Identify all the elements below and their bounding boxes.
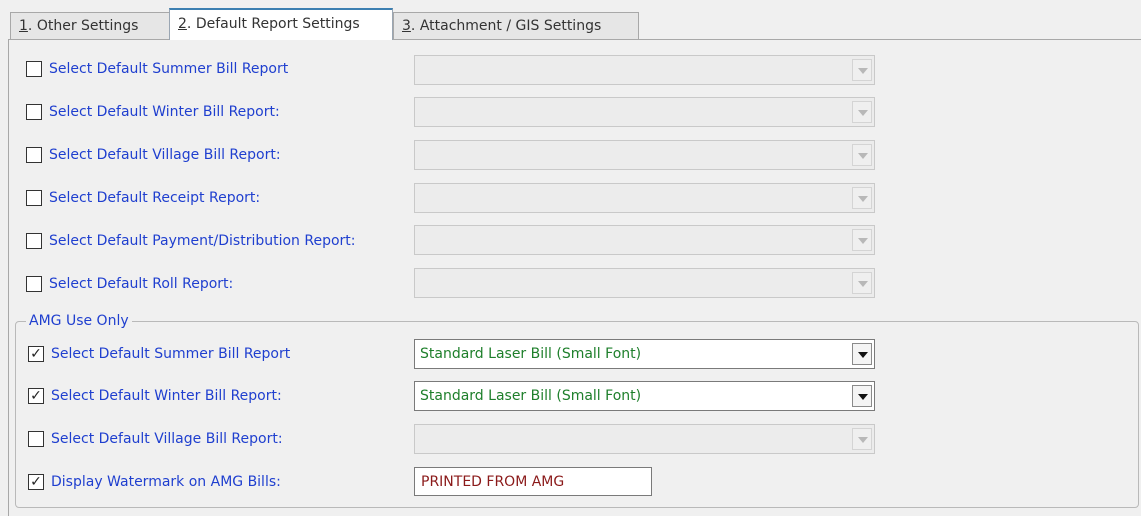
chevron-down-icon bbox=[858, 68, 868, 74]
amg-use-only-group: AMG Use Only ✓ Select Default Summer Bil… bbox=[15, 312, 1139, 508]
payment-distribution-report-checkbox[interactable]: ✓ bbox=[26, 233, 42, 249]
amg-winter-bill-report-select[interactable]: Standard Laser Bill (Small Font) bbox=[414, 381, 875, 411]
combo-value: Standard Laser Bill (Small Font) bbox=[420, 388, 642, 404]
summer-bill-report-checkbox[interactable]: ✓ bbox=[26, 61, 42, 77]
receipt-report-label: Select Default Receipt Report: bbox=[49, 190, 261, 206]
check-icon: ✓ bbox=[30, 388, 42, 404]
chevron-down-icon bbox=[858, 352, 868, 358]
tab-label: . Attachment / GIS Settings bbox=[410, 18, 602, 34]
amg-summer-bill-report-label: Select Default Summer Bill Report bbox=[51, 346, 291, 362]
check-icon: ✓ bbox=[30, 474, 42, 490]
amg-village-bill-report-checkbox[interactable]: ✓ bbox=[28, 431, 44, 447]
tab-hotkey: 2 bbox=[178, 16, 187, 32]
village-bill-report-checkbox[interactable]: ✓ bbox=[26, 147, 42, 163]
amg-group-title: AMG Use Only bbox=[26, 312, 132, 330]
dropdown-button[interactable] bbox=[852, 187, 872, 209]
tab-default-report-settings[interactable]: 2. Default Report Settings bbox=[169, 8, 393, 40]
tab-label: . Default Report Settings bbox=[186, 16, 360, 32]
tab-label: . Other Settings bbox=[27, 18, 139, 34]
village-bill-report-label: Select Default Village Bill Report: bbox=[49, 147, 281, 163]
dropdown-button[interactable] bbox=[852, 144, 872, 166]
winter-bill-report-select[interactable] bbox=[414, 97, 875, 127]
payment-distribution-report-label: Select Default Payment/Distribution Repo… bbox=[49, 233, 356, 249]
amg-winter-bill-report-checkbox[interactable]: ✓ bbox=[28, 388, 44, 404]
village-bill-report-select[interactable] bbox=[414, 140, 875, 170]
chevron-down-icon bbox=[858, 110, 868, 116]
watermark-text-input[interactable] bbox=[415, 468, 651, 495]
dropdown-button[interactable] bbox=[852, 428, 872, 450]
chevron-down-icon bbox=[858, 281, 868, 287]
amg-village-bill-report-select[interactable] bbox=[414, 424, 875, 454]
summer-bill-report-label: Select Default Summer Bill Report bbox=[49, 61, 289, 77]
chevron-down-icon bbox=[858, 196, 868, 202]
dropdown-button[interactable] bbox=[852, 343, 872, 365]
chevron-down-icon bbox=[858, 153, 868, 159]
amg-summer-bill-report-checkbox[interactable]: ✓ bbox=[28, 346, 44, 362]
default-report-settings-panel: ✓ Select Default Summer Bill Report ✓ Se… bbox=[8, 39, 1141, 516]
combo-value: Standard Laser Bill (Small Font) bbox=[420, 346, 642, 362]
chevron-down-icon bbox=[858, 238, 868, 244]
amg-winter-bill-report-label: Select Default Winter Bill Report: bbox=[51, 388, 282, 404]
dropdown-button[interactable] bbox=[852, 385, 872, 407]
chevron-down-icon bbox=[858, 394, 868, 400]
dropdown-button[interactable] bbox=[852, 229, 872, 251]
check-icon: ✓ bbox=[30, 346, 42, 362]
winter-bill-report-checkbox[interactable]: ✓ bbox=[26, 104, 42, 120]
receipt-report-checkbox[interactable]: ✓ bbox=[26, 190, 42, 206]
amg-watermark-label: Display Watermark on AMG Bills: bbox=[51, 474, 281, 490]
dropdown-button[interactable] bbox=[852, 272, 872, 294]
roll-report-checkbox[interactable]: ✓ bbox=[26, 276, 42, 292]
summer-bill-report-select[interactable] bbox=[414, 55, 875, 85]
tab-hotkey: 1 bbox=[19, 18, 28, 34]
roll-report-label: Select Default Roll Report: bbox=[49, 276, 234, 292]
winter-bill-report-label: Select Default Winter Bill Report: bbox=[49, 104, 280, 120]
receipt-report-select[interactable] bbox=[414, 183, 875, 213]
tab-strip: 1. Other Settings 2. Default Report Sett… bbox=[0, 0, 1141, 40]
tab-other-settings[interactable]: 1. Other Settings bbox=[10, 12, 170, 39]
amg-summer-bill-report-select[interactable]: Standard Laser Bill (Small Font) bbox=[414, 339, 875, 369]
chevron-down-icon bbox=[858, 437, 868, 443]
roll-report-select[interactable] bbox=[414, 268, 875, 298]
dropdown-button[interactable] bbox=[852, 101, 872, 123]
watermark-text-box bbox=[414, 467, 652, 496]
amg-village-bill-report-label: Select Default Village Bill Report: bbox=[51, 431, 283, 447]
tab-hotkey: 3 bbox=[402, 18, 411, 34]
tab-attachment-gis-settings[interactable]: 3. Attachment / GIS Settings bbox=[393, 12, 639, 39]
dropdown-button[interactable] bbox=[852, 59, 872, 81]
amg-watermark-checkbox[interactable]: ✓ bbox=[28, 474, 44, 490]
payment-distribution-report-select[interactable] bbox=[414, 225, 875, 255]
